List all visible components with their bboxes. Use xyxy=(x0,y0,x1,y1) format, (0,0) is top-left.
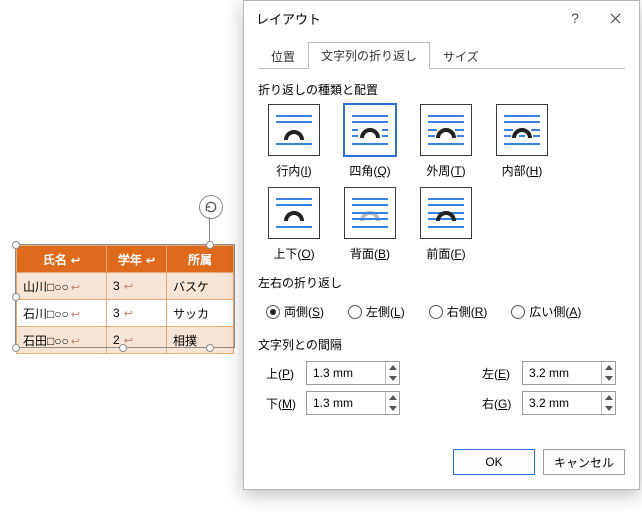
spacing-bottom-input[interactable] xyxy=(307,392,385,414)
section-wrap-type: 折り返しの種類と配置 xyxy=(258,81,625,98)
spin-up-icon[interactable] xyxy=(386,392,399,403)
wrap-behind-label: 背面(B) xyxy=(350,245,390,262)
wrap-option-inline[interactable]: 行内(I) xyxy=(266,104,322,179)
wrap-through-label: 内部(H) xyxy=(502,162,543,179)
wrap-behind-icon xyxy=(344,187,396,239)
resize-handle[interactable] xyxy=(206,241,214,249)
radio-both-sides[interactable]: 両側(S) xyxy=(266,303,324,320)
help-button[interactable]: ? xyxy=(555,3,595,33)
wrap-option-tight[interactable]: 外周(T) xyxy=(418,104,474,179)
tab-position[interactable]: 位置 xyxy=(258,43,308,69)
wrap-through-icon xyxy=(496,104,548,156)
wrap-topbottom-label: 上下(O) xyxy=(273,245,314,262)
resize-handle[interactable] xyxy=(12,344,20,352)
spacing-right-spinner[interactable] xyxy=(522,391,616,415)
spacing-right-label: 右(G) xyxy=(482,395,512,412)
radio-icon xyxy=(511,305,525,319)
spacing-left-label: 左(E) xyxy=(482,365,512,382)
tabstrip: 位置 文字列の折り返し サイズ xyxy=(258,42,625,69)
spacing-right-input[interactable] xyxy=(523,392,601,414)
wrap-inline-icon xyxy=(268,104,320,156)
resize-handle[interactable] xyxy=(12,241,20,249)
selection-outline xyxy=(15,244,235,348)
spacing-top-input[interactable] xyxy=(307,362,385,384)
wrap-option-front[interactable]: 前面(F) xyxy=(418,187,474,262)
spin-up-icon[interactable] xyxy=(386,362,399,373)
wrap-front-label: 前面(F) xyxy=(426,245,465,262)
tab-size[interactable]: サイズ xyxy=(430,43,492,69)
word-table[interactable]: 氏名↩ 学年↩ 所属 山川□○○↩ 3↩ バスケ 石川□○○↩ 3↩ サッカ 石… xyxy=(16,245,234,347)
layout-dialog: レイアウト ? 位置 文字列の折り返し サイズ 折り返しの種類と配置 行内(I) xyxy=(243,0,640,490)
wrap-front-icon xyxy=(420,187,472,239)
spin-down-icon[interactable] xyxy=(386,403,399,414)
spacing-top-label: 上(P) xyxy=(266,365,296,382)
radio-wide-side[interactable]: 広い側(A) xyxy=(511,303,581,320)
spin-down-icon[interactable] xyxy=(386,373,399,384)
spin-up-icon[interactable] xyxy=(602,392,615,403)
tab-text-wrapping[interactable]: 文字列の折り返し xyxy=(308,42,430,69)
close-button[interactable] xyxy=(595,3,635,33)
rotate-handle-connector xyxy=(209,217,210,244)
wrap-square-label: 四角(Q) xyxy=(349,162,390,179)
wrap-square-icon xyxy=(344,104,396,156)
wrap-option-through[interactable]: 内部(H) xyxy=(494,104,550,179)
resize-handle[interactable] xyxy=(206,344,214,352)
section-lr-wrap: 左右の折り返し xyxy=(258,274,625,291)
radio-right-side[interactable]: 右側(R) xyxy=(429,303,488,320)
wrap-inline-label: 行内(I) xyxy=(276,162,311,179)
spin-down-icon[interactable] xyxy=(602,403,615,414)
spacing-left-input[interactable] xyxy=(523,362,601,384)
rotate-handle[interactable] xyxy=(199,195,223,219)
section-spacing: 文字列との間隔 xyxy=(258,336,625,353)
spin-up-icon[interactable] xyxy=(602,362,615,373)
wrap-tight-icon xyxy=(420,104,472,156)
radio-icon xyxy=(266,305,280,319)
lr-wrap-radios: 両側(S) 左側(L) 右側(R) 広い側(A) xyxy=(258,297,625,324)
spacing-bottom-label: 下(M) xyxy=(266,395,296,412)
wrap-options-grid: 行内(I) 四角(Q) xyxy=(258,104,625,262)
dialog-title: レイアウト xyxy=(256,9,555,28)
wrap-option-topbottom[interactable]: 上下(O) xyxy=(266,187,322,262)
wrap-tight-label: 外周(T) xyxy=(426,162,465,179)
wrap-topbottom-icon xyxy=(268,187,320,239)
close-icon xyxy=(610,13,621,24)
spacing-bottom-spinner[interactable] xyxy=(306,391,400,415)
radio-icon xyxy=(429,305,443,319)
spacing-left-spinner[interactable] xyxy=(522,361,616,385)
radio-left-side[interactable]: 左側(L) xyxy=(348,303,405,320)
resize-handle[interactable] xyxy=(12,293,20,301)
dialog-titlebar[interactable]: レイアウト ? xyxy=(244,1,639,36)
resize-handle[interactable] xyxy=(119,344,127,352)
wrap-option-square[interactable]: 四角(Q) xyxy=(342,104,398,179)
wrap-option-behind[interactable]: 背面(B) xyxy=(342,187,398,262)
spin-down-icon[interactable] xyxy=(602,373,615,384)
spacing-top-spinner[interactable] xyxy=(306,361,400,385)
cancel-button[interactable]: キャンセル xyxy=(543,449,625,475)
radio-icon xyxy=(348,305,362,319)
ok-button[interactable]: OK xyxy=(453,449,535,475)
